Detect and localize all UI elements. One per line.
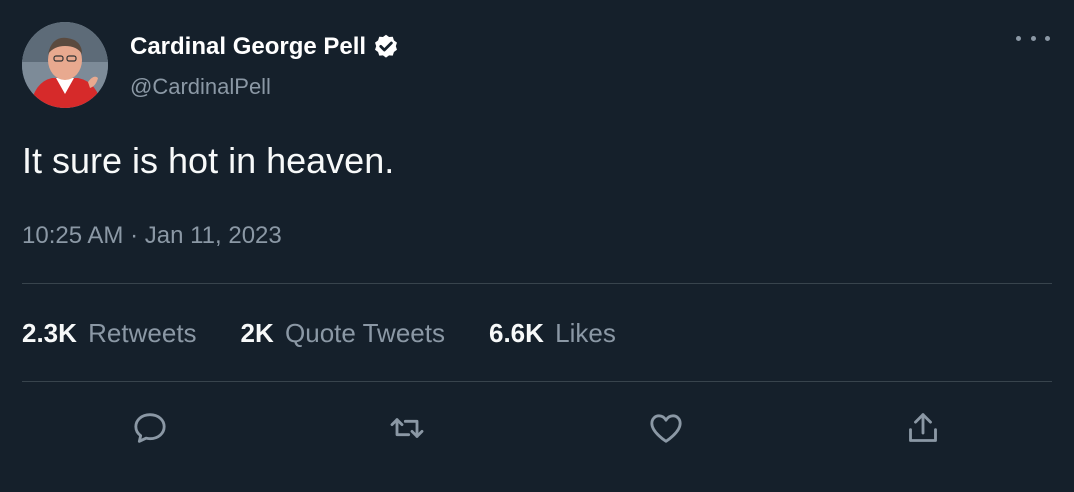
divider-bottom <box>22 381 1052 382</box>
tweet-card: Cardinal George Pell @CardinalPell It su… <box>0 0 1074 492</box>
reply-icon[interactable] <box>130 408 170 448</box>
quote-tweets-label: Quote Tweets <box>285 318 445 348</box>
avatar[interactable] <box>22 22 108 108</box>
retweets-stat[interactable]: 2.3K Retweets <box>22 318 197 349</box>
display-name[interactable]: Cardinal George Pell <box>130 33 366 61</box>
tweet-timestamp[interactable]: 10:25 AM · Jan 11, 2023 <box>22 222 282 250</box>
likes-stat[interactable]: 6.6K Likes <box>489 318 616 349</box>
tweet-text: It sure is hot in heaven. <box>22 140 395 181</box>
verified-badge-icon <box>372 33 400 61</box>
like-icon[interactable] <box>646 408 686 448</box>
divider-top <box>22 283 1052 284</box>
name-row: Cardinal George Pell <box>130 30 400 64</box>
quote-tweets-stat[interactable]: 2K Quote Tweets <box>241 318 445 349</box>
quote-tweets-count: 2K <box>240 318 274 348</box>
user-handle[interactable]: @CardinalPell <box>130 74 271 100</box>
engagement-stats: 2.3K Retweets 2K Quote Tweets 6.6K Likes <box>22 318 660 349</box>
retweets-count: 2.3K <box>22 318 77 348</box>
retweet-icon[interactable] <box>387 408 427 448</box>
likes-label: Likes <box>555 318 616 348</box>
retweets-label: Retweets <box>88 318 197 348</box>
likes-count: 6.6K <box>488 318 544 348</box>
more-options-icon[interactable] <box>1016 28 1050 48</box>
share-icon[interactable] <box>903 408 943 448</box>
